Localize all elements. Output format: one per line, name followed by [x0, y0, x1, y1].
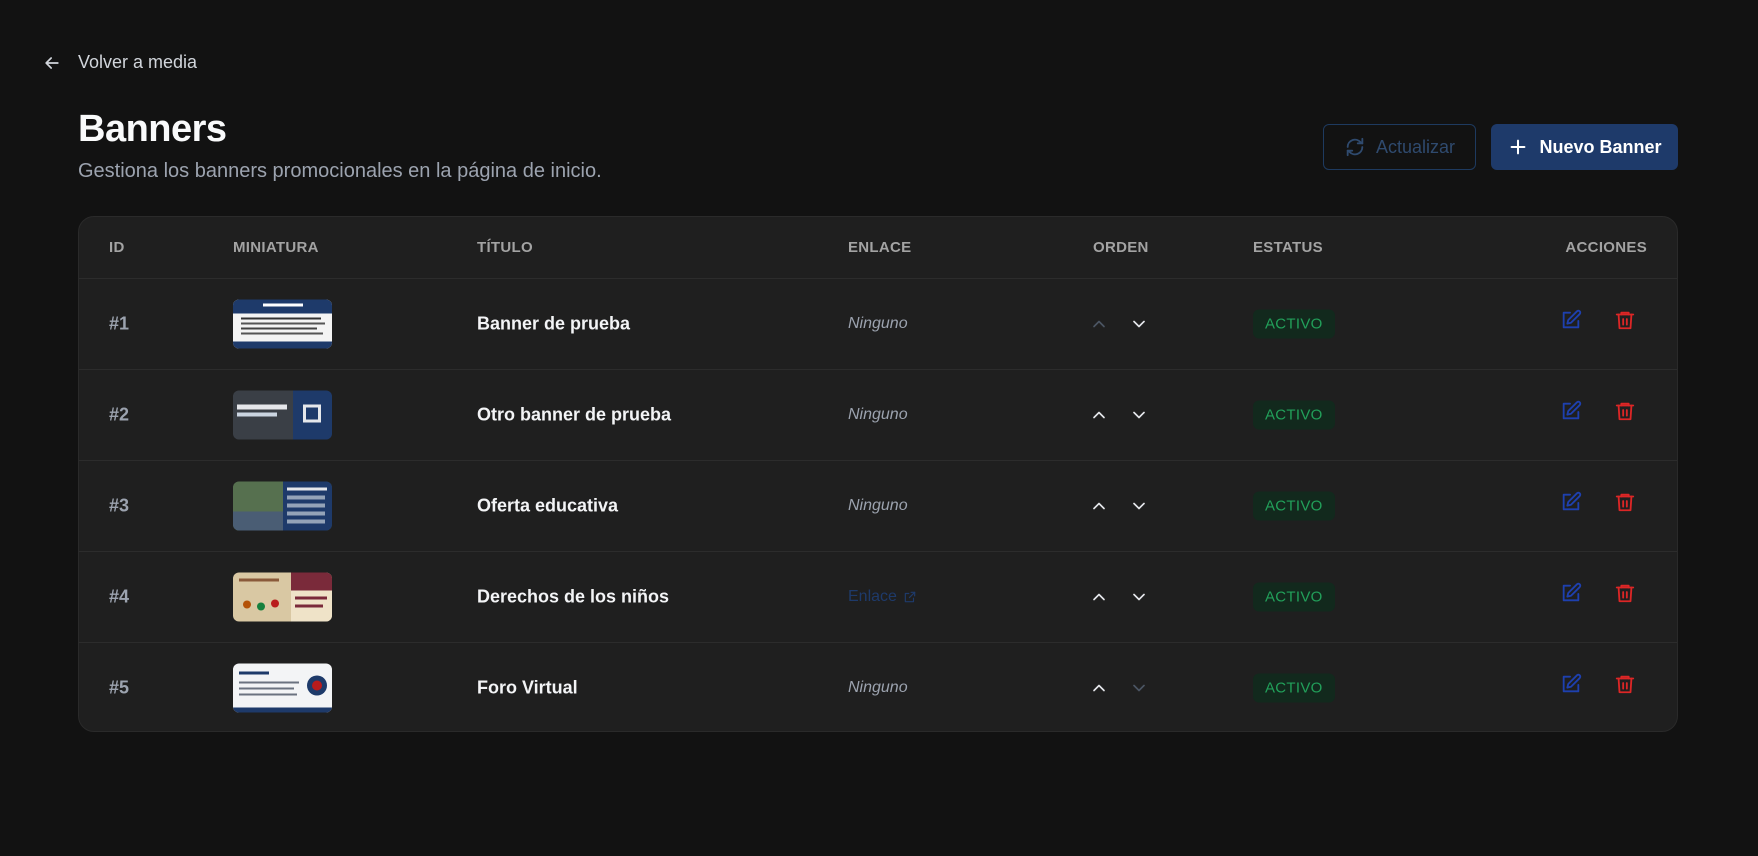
column-header-id: ID: [109, 239, 125, 256]
plus-icon: [1511, 139, 1526, 155]
banner-thumbnail: [233, 572, 332, 621]
chevron-down-icon: [1133, 411, 1145, 418]
move-down-button[interactable]: [1129, 678, 1149, 698]
delete-button[interactable]: [1614, 491, 1636, 513]
arrow-left-icon: [45, 56, 59, 69]
trash-icon: [1615, 311, 1635, 329]
status-badge: ACTIVO: [1253, 491, 1335, 520]
banners-table: ID MINIATURA TÍTULO ENLACE ORDEN ESTATUS…: [78, 216, 1678, 732]
edit-icon: [1562, 400, 1582, 419]
delete-button[interactable]: [1614, 400, 1636, 422]
trash-icon: [1615, 493, 1635, 511]
page-title: Banners: [78, 108, 227, 150]
move-down-button[interactable]: [1129, 405, 1149, 425]
trash-icon: [1615, 675, 1635, 693]
banner-thumbnail: [233, 481, 332, 530]
refresh-button-label: Actualizar: [1375, 136, 1456, 157]
order-controls: [1089, 496, 1149, 516]
table-row: #1 Banner de prueba Ninguno ACTIVO: [79, 278, 1677, 370]
table-row: #5 Foro Virtual Ninguno ACTIVO: [79, 642, 1677, 731]
order-controls: [1089, 587, 1149, 607]
chevron-down-icon: [1133, 502, 1145, 509]
table-row: #3 Oferta educativa Ninguno ACTIVO: [79, 460, 1677, 552]
status-badge: ACTIVO: [1253, 673, 1335, 702]
move-down-button[interactable]: [1129, 314, 1149, 334]
banner-title: Foro Virtual: [477, 677, 578, 697]
banner-thumbnail: [233, 663, 332, 712]
banner-link-label: Enlace: [848, 587, 897, 605]
trash-icon: [1615, 584, 1635, 602]
banner-link: Ninguno: [848, 496, 908, 514]
edit-icon: [1562, 491, 1582, 510]
banner-link: Ninguno: [848, 314, 908, 332]
banner-link[interactable]: Enlace: [848, 588, 917, 606]
table-row: #4 Derechos de los niños Enlace ACTIVO: [79, 551, 1677, 643]
row-id: #5: [109, 677, 130, 697]
order-controls: [1089, 314, 1149, 334]
chevron-up-icon: [1093, 320, 1105, 327]
move-up-button[interactable]: [1089, 314, 1109, 334]
refresh-button[interactable]: Actualizar: [1323, 124, 1476, 170]
refresh-icon: [1346, 137, 1364, 157]
order-controls: [1089, 678, 1149, 698]
external-link-icon: [904, 591, 916, 602]
banner-title: Oferta educativa: [477, 495, 619, 515]
back-link[interactable]: Volver a media: [42, 52, 197, 73]
chevron-up-icon: [1093, 593, 1105, 600]
status-badge: ACTIVO: [1253, 400, 1335, 429]
banner-thumbnail: [233, 390, 332, 439]
row-id: #4: [109, 586, 130, 606]
edit-button[interactable]: [1560, 400, 1582, 422]
table-header: ID MINIATURA TÍTULO ENLACE ORDEN ESTATUS…: [79, 217, 1677, 279]
move-up-button[interactable]: [1089, 678, 1109, 698]
chevron-down-icon: [1133, 593, 1145, 600]
row-id: #3: [109, 495, 130, 515]
column-header-link: ENLACE: [848, 239, 912, 256]
edit-button[interactable]: [1560, 673, 1582, 695]
status-badge: ACTIVO: [1253, 309, 1335, 338]
banner-link: Ninguno: [848, 678, 908, 696]
chevron-down-icon: [1133, 320, 1145, 327]
edit-button[interactable]: [1560, 491, 1582, 513]
chevron-up-icon: [1093, 502, 1105, 509]
row-id: #2: [109, 404, 130, 424]
banner-title: Otro banner de prueba: [477, 404, 672, 424]
column-header-thumbnail: MINIATURA: [233, 239, 319, 256]
delete-button[interactable]: [1614, 309, 1636, 331]
row-id: #1: [109, 313, 130, 333]
edit-button[interactable]: [1560, 309, 1582, 331]
banner-thumbnail: [233, 299, 332, 348]
column-header-actions: ACCIONES: [1565, 239, 1647, 256]
edit-icon: [1562, 582, 1582, 601]
move-down-button[interactable]: [1129, 496, 1149, 516]
edit-icon: [1562, 309, 1582, 328]
move-up-button[interactable]: [1089, 405, 1109, 425]
banner-title: Banner de prueba: [477, 313, 631, 333]
trash-icon: [1615, 402, 1635, 420]
move-down-button[interactable]: [1129, 587, 1149, 607]
edit-button[interactable]: [1560, 582, 1582, 604]
back-link-label: Volver a media: [78, 52, 198, 72]
order-controls: [1089, 405, 1149, 425]
move-up-button[interactable]: [1089, 587, 1109, 607]
column-header-order: ORDEN: [1093, 239, 1149, 256]
chevron-down-icon: [1133, 684, 1145, 691]
banner-title: Derechos de los niños: [477, 586, 670, 606]
move-up-button[interactable]: [1089, 496, 1109, 516]
chevron-up-icon: [1093, 411, 1105, 418]
column-header-title: TÍTULO: [477, 239, 533, 256]
delete-button[interactable]: [1614, 673, 1636, 695]
page-subtitle: Gestiona los banners promocionales en la…: [78, 160, 602, 182]
status-badge: ACTIVO: [1253, 582, 1335, 611]
edit-icon: [1562, 673, 1582, 692]
delete-button[interactable]: [1614, 582, 1636, 604]
new-banner-button[interactable]: Nuevo Banner: [1491, 124, 1678, 170]
table-row: #2 Otro banner de prueba Ninguno ACTIVO: [79, 369, 1677, 461]
column-header-status: ESTATUS: [1253, 239, 1323, 256]
new-banner-button-label: Nuevo Banner: [1539, 136, 1662, 157]
chevron-up-icon: [1093, 684, 1105, 691]
banner-link: Ninguno: [848, 405, 908, 423]
